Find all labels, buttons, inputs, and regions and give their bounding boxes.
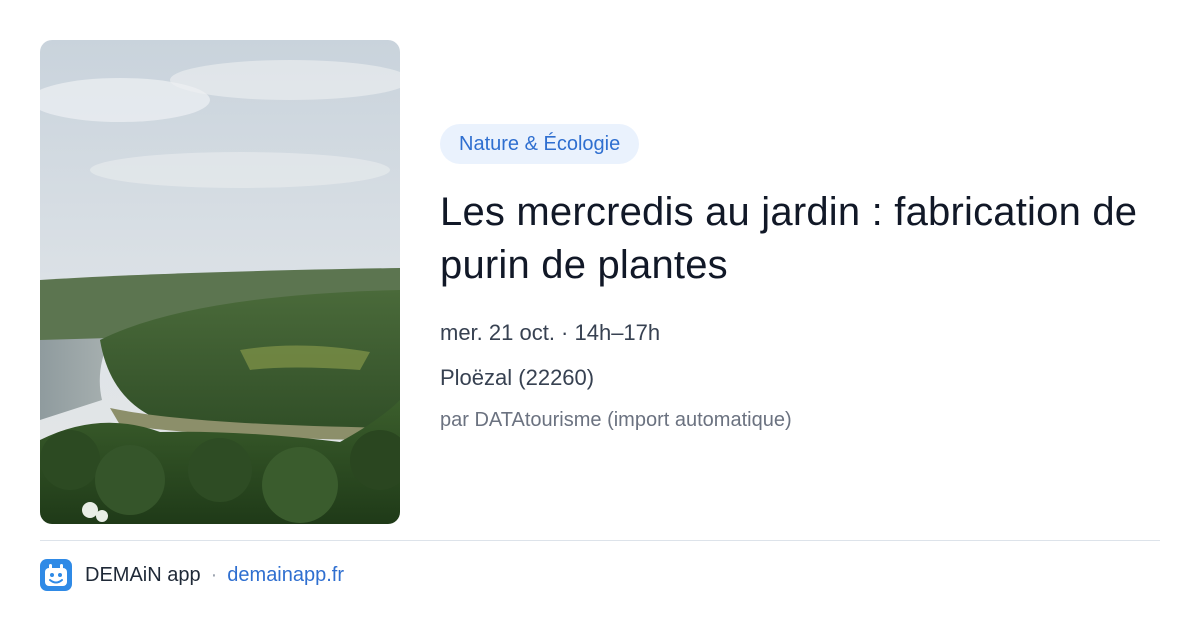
footer-separator: · (210, 563, 218, 586)
footer-divider (40, 540, 1160, 541)
category-badge[interactable]: Nature & Écologie (440, 124, 640, 164)
landscape-photo (40, 40, 400, 524)
app-website-link[interactable]: demainapp.fr (227, 564, 344, 587)
event-location: Ploëzal (22260) (440, 365, 595, 390)
event-image (40, 40, 400, 524)
event-date-time: mer. 21 oct. · 14h–17h (440, 320, 661, 345)
app-name: DEMAiN app (85, 563, 201, 586)
event-details: Nature & Écologie Les mercredis au jardi… (440, 124, 1170, 433)
footer: DEMAiN app · demainapp.fr (40, 559, 344, 591)
demain-app-logo-icon (40, 559, 72, 591)
event-title: Les mercredis au jardin : fabrication de… (440, 190, 1138, 287)
event-source: par DATAtourisme (import automatique) (440, 409, 792, 431)
